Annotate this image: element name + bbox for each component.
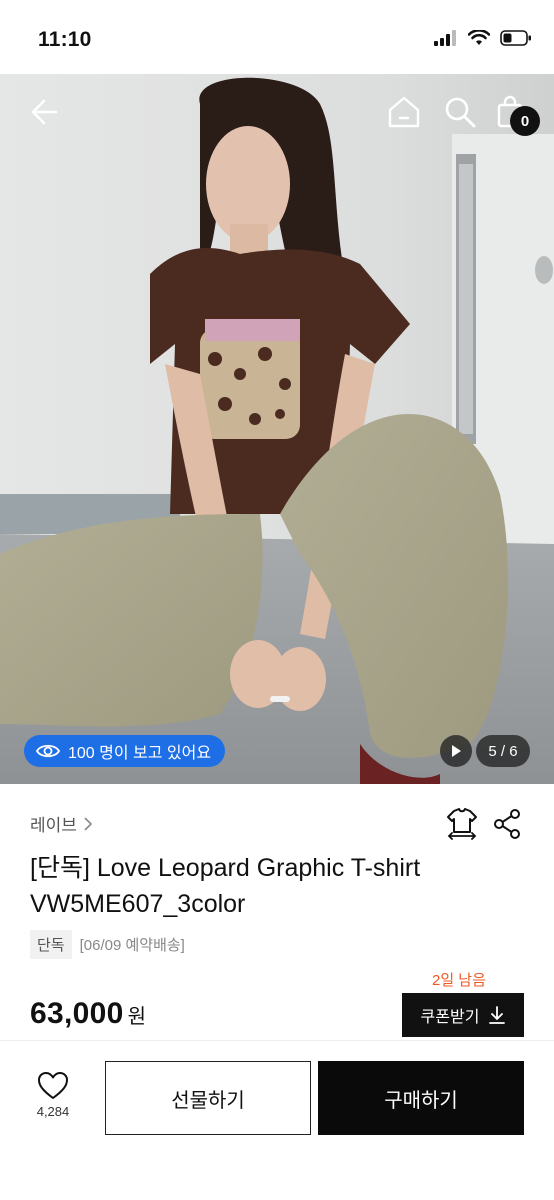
brand-link[interactable]: 레이브: [30, 811, 93, 836]
viewers-badge: 100 명이 보고 있어요: [24, 735, 226, 767]
brand-name: 레이브: [30, 816, 77, 835]
viewers-text: 100 명이 보고 있어요: [68, 745, 212, 762]
like-count: 4,284: [36, 1104, 70, 1119]
heart-icon: [38, 1072, 68, 1099]
exclusive-badge: 단독: [30, 930, 72, 959]
signal-icon: [434, 30, 456, 46]
status-time: 11:10: [38, 28, 92, 51]
share-icon[interactable]: [492, 808, 522, 840]
t-shirt-size-icon[interactable]: [446, 806, 478, 840]
status-bar: 11:10: [0, 0, 554, 74]
wifi-icon: [468, 30, 490, 45]
coupon-days-left: 2일 남음: [432, 972, 486, 989]
price: 63,000 원: [30, 997, 146, 1031]
home-icon[interactable]: [386, 94, 422, 130]
buy-button[interactable]: 구매하기: [318, 1061, 524, 1135]
coupon-label: 쿠폰받기: [420, 1009, 480, 1026]
like-button[interactable]: 4,284: [30, 1072, 76, 1119]
back-arrow-icon[interactable]: [26, 92, 66, 132]
status-icons: [434, 30, 532, 46]
search-icon[interactable]: [442, 94, 478, 130]
coupon-download-button[interactable]: 쿠폰받기: [402, 993, 524, 1037]
image-page-indicator: 5 / 6: [476, 735, 530, 767]
price-unit: 원: [127, 1006, 146, 1028]
gift-button[interactable]: 선물하기: [105, 1061, 311, 1135]
battery-icon: [500, 30, 531, 46]
play-button[interactable]: [440, 735, 472, 767]
download-icon: [489, 1006, 506, 1024]
product-photo: [0, 74, 554, 784]
product-image[interactable]: 0 100 명이 보고 있어요 5 / 6: [0, 74, 554, 784]
eye-icon: [36, 744, 60, 758]
play-icon: [452, 745, 461, 757]
product-title: [단독] Love Leopard Graphic T-shirt VW5ME6…: [30, 854, 421, 918]
product-tags: 단독 [06/09 예약배송]: [30, 930, 185, 959]
delivery-date: [06/09 예약배송]: [79, 937, 185, 954]
cart-count-badge: 0: [510, 106, 540, 136]
price-value: 63,000: [30, 997, 124, 1030]
chevron-right-icon: [84, 816, 93, 831]
